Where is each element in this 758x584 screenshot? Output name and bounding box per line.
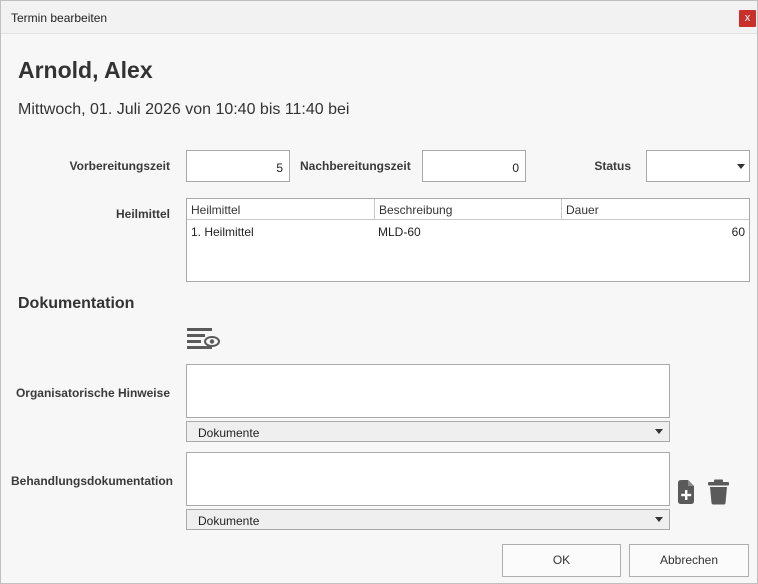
cancel-button[interactable]: Abbrechen bbox=[629, 544, 749, 577]
edit-appointment-dialog: Termin bearbeiten x Arnold, Alex Mittwoc… bbox=[0, 0, 758, 584]
column-header-dauer[interactable]: Dauer bbox=[562, 199, 749, 219]
table-header: Heilmittel Beschreibung Dauer bbox=[187, 199, 749, 220]
status-label: Status bbox=[594, 159, 631, 173]
ok-button[interactable]: OK bbox=[502, 544, 621, 577]
trash-icon[interactable] bbox=[707, 479, 730, 505]
cell-dauer: 60 bbox=[731, 225, 745, 239]
text-preview-icon[interactable] bbox=[186, 326, 220, 352]
vorbereitungszeit-label: Vorbereitungszeit bbox=[69, 159, 170, 173]
status-select[interactable] bbox=[646, 150, 750, 182]
heilmittel-label: Heilmittel bbox=[115, 207, 170, 221]
column-header-beschreibung[interactable]: Beschreibung bbox=[375, 199, 562, 219]
cell-beschreibung: MLD-60 bbox=[378, 225, 421, 239]
chevron-down-icon bbox=[737, 164, 745, 169]
behandlung-dokumente-label: Dokumente bbox=[198, 514, 260, 528]
chevron-down-icon bbox=[655, 429, 663, 434]
vorbereitungszeit-input[interactable]: 5 bbox=[186, 150, 290, 182]
nachbereitungszeit-input[interactable]: 0 bbox=[422, 150, 526, 182]
add-document-icon[interactable] bbox=[676, 479, 696, 505]
chevron-down-icon bbox=[655, 517, 663, 522]
behandlung-label: Behandlungsdokumentation bbox=[11, 474, 173, 488]
title-bar: Termin bearbeiten x bbox=[1, 1, 757, 34]
org-hinweise-textarea[interactable] bbox=[186, 364, 670, 418]
close-button[interactable]: x bbox=[739, 10, 756, 27]
org-hinweise-label: Organisatorische Hinweise bbox=[15, 386, 170, 400]
behandlung-dokumente-dropdown[interactable]: Dokumente bbox=[186, 509, 670, 530]
patient-name: Arnold, Alex bbox=[18, 57, 153, 83]
org-dokumente-label: Dokumente bbox=[198, 426, 260, 440]
org-dokumente-dropdown[interactable]: Dokumente bbox=[186, 421, 670, 442]
heilmittel-table: Heilmittel Beschreibung Dauer 1. Heilmit… bbox=[186, 198, 750, 282]
column-header-heilmittel[interactable]: Heilmittel bbox=[187, 199, 375, 219]
window-title: Termin bearbeiten bbox=[11, 11, 108, 25]
behandlung-textarea[interactable] bbox=[186, 452, 670, 506]
cell-heilmittel: 1. Heilmittel bbox=[191, 225, 254, 239]
nachbereitungszeit-label: Nachbereitungszeit bbox=[300, 159, 411, 173]
appointment-info: Mittwoch, 01. Juli 2026 von 10:40 bis 11… bbox=[18, 101, 350, 118]
dokumentation-title: Dokumentation bbox=[18, 295, 135, 312]
